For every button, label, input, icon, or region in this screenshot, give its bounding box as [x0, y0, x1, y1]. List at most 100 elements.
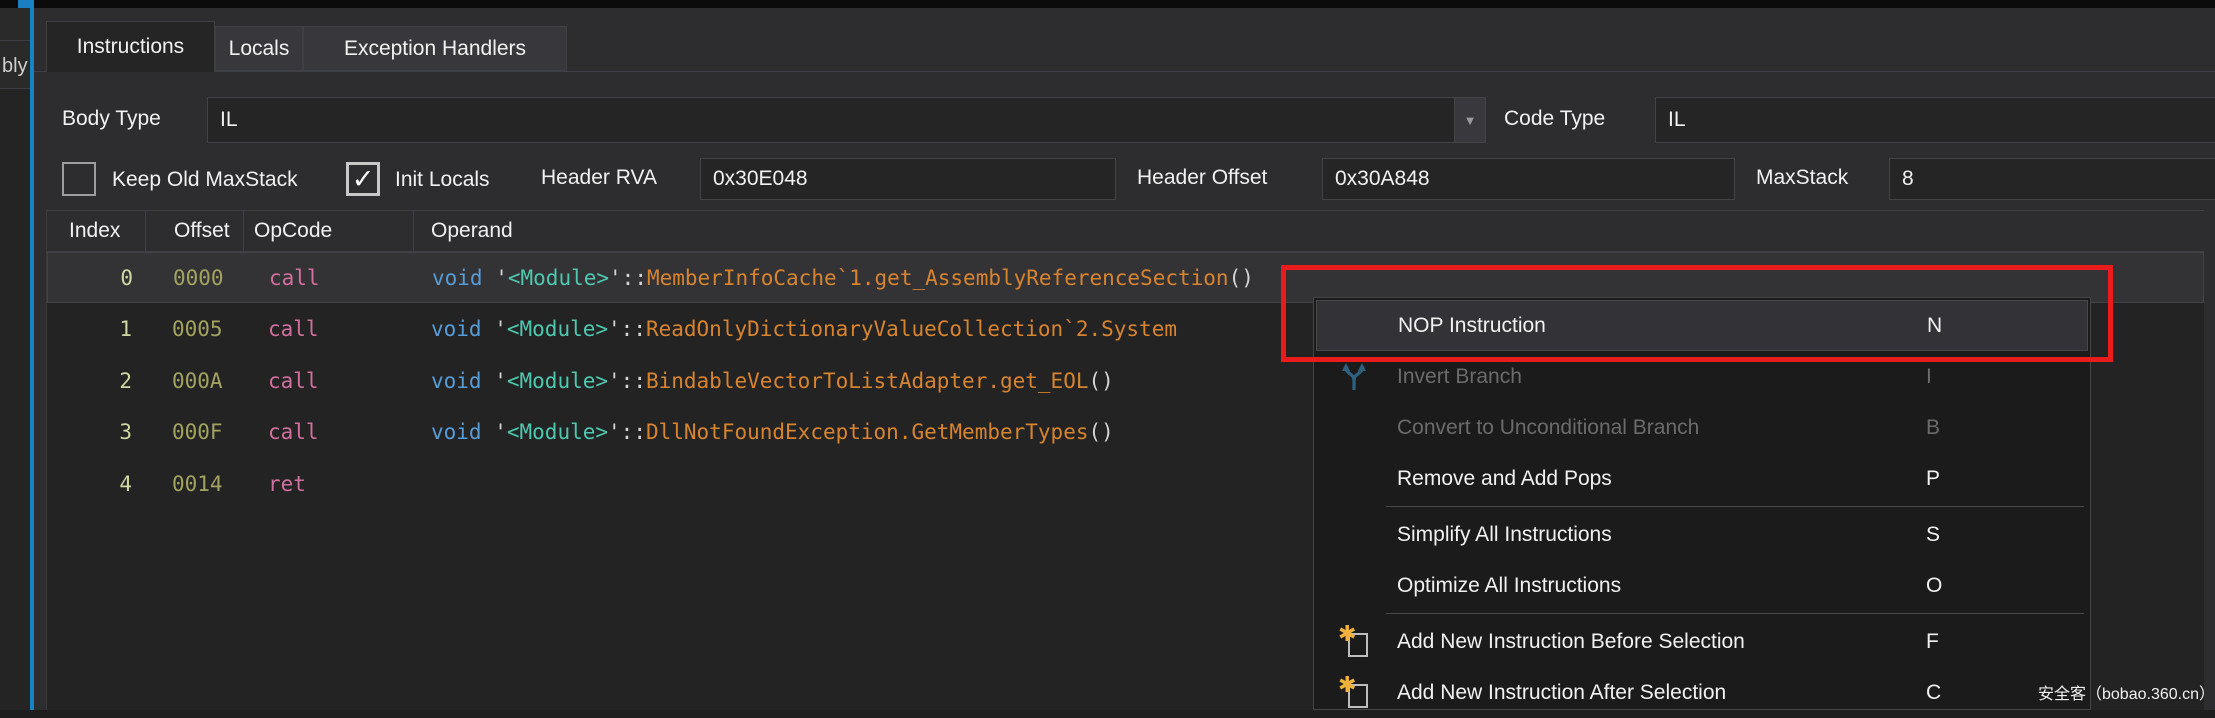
operand-segment: void: [431, 317, 482, 341]
init-locals-checkbox[interactable]: ✓: [346, 162, 380, 196]
cell-operand: void '<Module>'::DllNotFoundException.Ge…: [414, 420, 1114, 444]
menu-item-convert-to-unconditional-branch[interactable]: Convert to Unconditional Branch B: [1314, 402, 2090, 453]
body-type-combobox[interactable]: IL ▼: [207, 97, 1486, 143]
cell-index: 3: [47, 420, 146, 444]
operand-segment: '::: [609, 266, 647, 290]
cell-offset: 0014: [146, 472, 244, 496]
keep-old-maxstack-checkbox[interactable]: [62, 162, 96, 196]
operand-segment: (): [1088, 420, 1113, 444]
cell-opcode: call: [244, 420, 414, 444]
operand-segment: (): [1229, 266, 1254, 290]
code-type-label: Code Type: [1504, 107, 1605, 131]
menu-item-add-new-instruction-before-selection[interactable]: ✱ Add New Instruction Before Selection F: [1314, 616, 2090, 667]
operand-segment: ': [483, 266, 508, 290]
operand-segment: BindableVectorToListAdapter.get_EOL: [646, 369, 1089, 393]
menu-item-label: Remove and Add Pops: [1397, 467, 1612, 491]
add-instruction-icon: ✱: [1332, 673, 1376, 713]
menu-item-shortcut: C: [1926, 681, 1941, 705]
cell-opcode: ret: [244, 472, 414, 496]
cell-opcode: call: [245, 266, 415, 290]
header-offset-field[interactable]: 0x30A848: [1322, 158, 1735, 200]
table-header: Index Offset OpCode Operand: [47, 210, 2204, 252]
tab-locals[interactable]: Locals: [215, 26, 303, 71]
init-locals-label: Init Locals: [395, 168, 490, 192]
menu-item-optimize-all-instructions[interactable]: Optimize All InstructionsO: [1314, 560, 2090, 611]
code-type-value: IL: [1668, 108, 1686, 132]
maxstack-label: MaxStack: [1756, 166, 1848, 190]
operand-segment: DllNotFoundException.GetMemberTypes: [646, 420, 1089, 444]
left-panel-lower: [0, 89, 30, 710]
menu-item-shortcut: I: [1926, 365, 1932, 389]
operand-segment: <Module>: [507, 369, 608, 393]
menu-item-label: NOP Instruction: [1398, 314, 1546, 338]
divider: [0, 40, 30, 41]
header-rva-value: 0x30E048: [713, 167, 808, 191]
tab-instructions[interactable]: Instructions: [46, 21, 215, 72]
operand-segment: '::: [608, 317, 646, 341]
menu-item-shortcut: O: [1926, 574, 1942, 598]
body-type-label: Body Type: [62, 107, 161, 131]
menu-item-label: Add New Instruction After Selection: [1397, 681, 1726, 705]
menu-item-shortcut: N: [1927, 314, 1942, 338]
menu-item-label: Invert Branch: [1397, 365, 1522, 389]
cell-operand: void '<Module>'::MemberInfoCache`1.get_A…: [415, 266, 1254, 290]
operand-segment: <Module>: [507, 317, 608, 341]
menu-item-label: Simplify All Instructions: [1397, 523, 1612, 547]
maxstack-value: 8: [1902, 167, 1914, 191]
cell-offset: 0000: [147, 266, 245, 290]
branch-icon: [1332, 357, 1376, 397]
operand-segment: ': [482, 317, 507, 341]
left-panel-edge: bly: [0, 8, 30, 710]
watermark: 安全客（bobao.360.cn）: [2038, 680, 2215, 704]
table-row-instruction-0[interactable]: 00000callvoid '<Module>'::MemberInfoCach…: [47, 252, 2204, 303]
menu-item-remove-and-add-pops[interactable]: Remove and Add PopsP: [1314, 453, 2090, 504]
column-header-opcode[interactable]: OpCode: [244, 211, 414, 251]
cell-operand: void '<Module>'::BindableVectorToListAda…: [414, 369, 1114, 393]
il-editor-window: bly Instructions Locals Exception Handle…: [0, 0, 2215, 710]
cell-offset: 000A: [146, 369, 244, 393]
cell-index: 1: [47, 317, 146, 341]
menu-item-shortcut: S: [1926, 523, 1940, 547]
chevron-down-icon[interactable]: ▼: [1454, 98, 1485, 142]
menu-item-invert-branch[interactable]: Invert Branch I: [1314, 351, 2090, 402]
add-instruction-icon: ✱: [1332, 622, 1376, 662]
cell-offset: 0005: [146, 317, 244, 341]
operand-segment: (): [1088, 369, 1113, 393]
cell-operand: void '<Module>'::ReadOnlyDictionaryValue…: [414, 317, 1177, 341]
menu-item-shortcut: B: [1926, 416, 1940, 440]
cell-index: 0: [48, 266, 147, 290]
menu-item-shortcut: F: [1926, 630, 1939, 654]
menu-item-label: Convert to Unconditional Branch: [1397, 416, 1699, 440]
column-header-offset[interactable]: Offset: [146, 211, 244, 251]
operand-segment: ': [482, 420, 507, 444]
operand-segment: void: [432, 266, 483, 290]
keep-old-maxstack-label: Keep Old MaxStack: [112, 168, 298, 192]
operand-segment: ': [482, 369, 507, 393]
menu-item-label: Add New Instruction Before Selection: [1397, 630, 1745, 654]
operand-segment: <Module>: [508, 266, 609, 290]
operand-segment: '::: [608, 369, 646, 393]
maxstack-field[interactable]: 8: [1889, 158, 2215, 200]
menu-item-add-new-instruction-after-selection[interactable]: ✱ Add New Instruction After Selection C: [1314, 667, 2090, 718]
menu-item-nop-instruction[interactable]: NOP Instruction N: [1316, 300, 2088, 351]
header-rva-field[interactable]: 0x30E048: [700, 158, 1116, 200]
column-header-operand[interactable]: Operand: [414, 211, 2204, 251]
splitter-accent-line[interactable]: [30, 0, 34, 710]
operand-segment: void: [431, 369, 482, 393]
header-rva-label: Header RVA: [541, 166, 657, 190]
context-menu: NOP Instruction N Invert Branch I Convert to…: [1313, 297, 2091, 710]
cell-opcode: call: [244, 369, 414, 393]
menu-item-simplify-all-instructions[interactable]: Simplify All Instructions S: [1314, 509, 2090, 560]
code-type-field[interactable]: IL: [1655, 97, 2215, 143]
operand-segment: <Module>: [507, 420, 608, 444]
top-bar: [0, 0, 2215, 8]
cell-offset: 000F: [146, 420, 244, 444]
truncated-panel-text: bly: [2, 55, 28, 78]
cell-index: 2: [47, 369, 146, 393]
column-header-index[interactable]: Index: [47, 211, 146, 251]
cell-index: 4: [47, 472, 146, 496]
tab-exception-handlers[interactable]: Exception Handlers: [303, 26, 567, 71]
operand-segment: MemberInfoCache`1.get_AssemblyReferenceS…: [647, 266, 1229, 290]
tab-strip-underline: [34, 71, 2215, 72]
header-offset-value: 0x30A848: [1335, 167, 1430, 191]
